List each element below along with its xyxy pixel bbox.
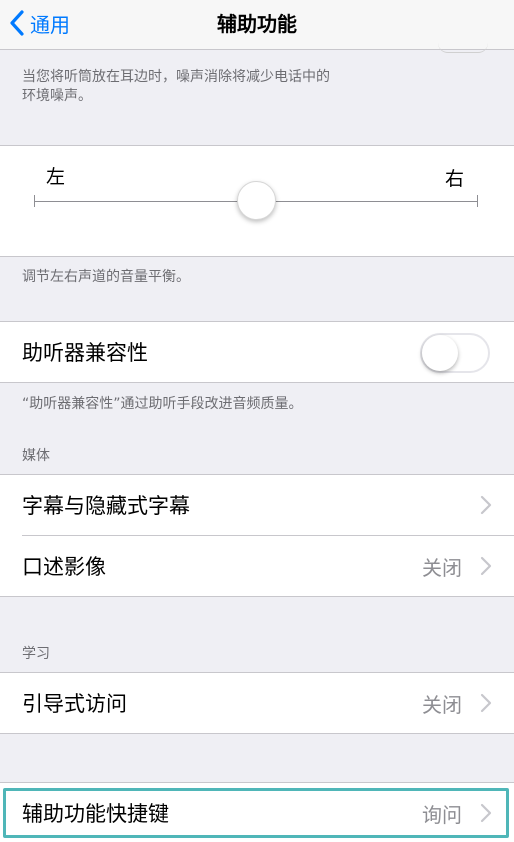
guided-access-cell[interactable]: 引导式访问 关闭 bbox=[0, 673, 514, 733]
accessibility-shortcut-cell[interactable]: 辅助功能快捷键 询问 bbox=[0, 783, 514, 842]
media-section-header: 媒体 bbox=[22, 448, 50, 464]
balance-left-label: 左 bbox=[46, 166, 66, 188]
chevron-right-icon bbox=[480, 556, 492, 576]
balance-group: 左 右 bbox=[0, 145, 514, 257]
media-group: 字幕与隐藏式字幕 口述影像 关闭 bbox=[0, 474, 514, 597]
audio-descriptions-value: 关闭 bbox=[422, 555, 462, 580]
scrolled-content-edge bbox=[438, 43, 488, 53]
audio-descriptions-label: 口述影像 bbox=[22, 555, 106, 579]
shortcut-group: 辅助功能快捷键 询问 bbox=[0, 782, 514, 842]
balance-right-tick bbox=[477, 195, 478, 207]
hearing-aid-cell: 助听器兼容性 bbox=[0, 322, 514, 382]
accessibility-settings-screen: 通用 辅助功能 当您将听筒放在耳边时，噪声消除将减少电话中的 环境噪声。 左 右… bbox=[0, 0, 514, 842]
balance-slider-thumb[interactable] bbox=[237, 181, 276, 220]
accessibility-shortcut-label: 辅助功能快捷键 bbox=[22, 802, 169, 826]
hearing-aid-label: 助听器兼容性 bbox=[22, 341, 148, 365]
navigation-bar: 通用 辅助功能 bbox=[0, 0, 514, 53]
learning-group: 引导式访问 关闭 bbox=[0, 672, 514, 734]
chevron-right-icon bbox=[480, 495, 492, 515]
audio-descriptions-cell[interactable]: 口述影像 关闭 bbox=[0, 536, 514, 596]
learning-section-header: 学习 bbox=[22, 646, 50, 662]
noise-cancellation-footer: 当您将听筒放在耳边时，噪声消除将减少电话中的 环境噪声。 bbox=[22, 68, 492, 106]
hearing-aid-toggle[interactable] bbox=[420, 333, 490, 373]
page-title: 辅助功能 bbox=[217, 12, 297, 36]
balance-right-label: 右 bbox=[445, 168, 465, 190]
hearing-aid-footer: “助听器兼容性”通过助听手段改进音频质量。 bbox=[22, 396, 303, 412]
subtitles-captions-label: 字幕与隐藏式字幕 bbox=[22, 494, 190, 518]
accessibility-shortcut-value: 询问 bbox=[422, 802, 462, 827]
noise-footer-line-1: 当您将听筒放在耳边时，噪声消除将减少电话中的 bbox=[22, 69, 330, 85]
hearing-aid-group: 助听器兼容性 bbox=[0, 321, 514, 383]
noise-footer-line-2: 环境噪声。 bbox=[22, 88, 92, 104]
guided-access-value: 关闭 bbox=[422, 692, 462, 717]
balance-footer: 调节左右声道的音量平衡。 bbox=[22, 269, 190, 285]
guided-access-label: 引导式访问 bbox=[22, 692, 127, 716]
chevron-right-icon bbox=[480, 693, 492, 713]
subtitles-captions-cell[interactable]: 字幕与隐藏式字幕 bbox=[0, 475, 514, 535]
hearing-aid-toggle-knob bbox=[422, 335, 458, 371]
chevron-right-icon bbox=[480, 803, 492, 823]
